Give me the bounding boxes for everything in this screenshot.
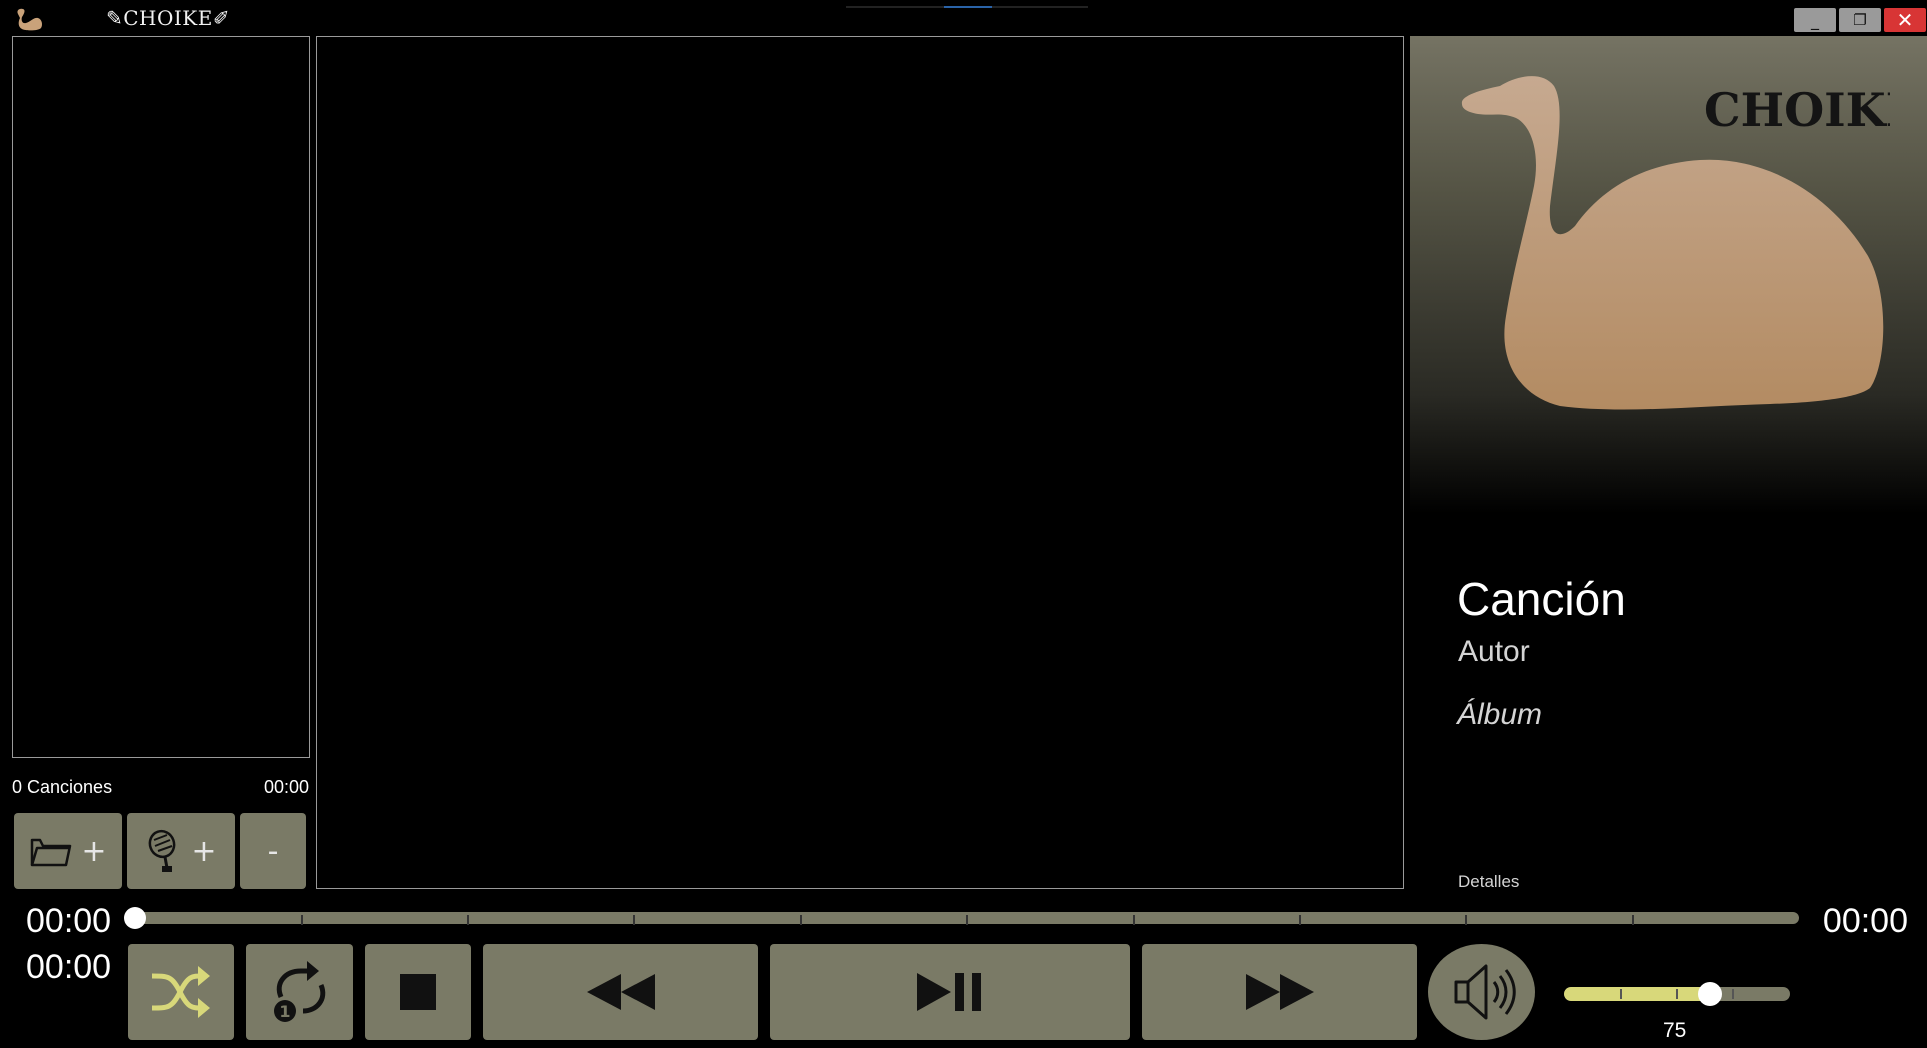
stop-icon (400, 974, 436, 1010)
song-count-label: 0 Canciones (12, 777, 113, 797)
volume-thumb[interactable] (1698, 982, 1722, 1006)
seek-tick (1299, 915, 1301, 925)
seek-tick (301, 915, 303, 925)
seek-tick (800, 915, 802, 925)
shuffle-button[interactable] (128, 944, 234, 1040)
cover-brand-text: CHOIKE (1704, 83, 1890, 137)
close-button[interactable]: ✕ (1884, 8, 1926, 32)
elapsed-time: 00:00 (26, 902, 112, 940)
restore-button[interactable]: ❐ (1839, 8, 1881, 32)
playlist-list[interactable] (12, 36, 310, 758)
song-title: Canción (1457, 573, 1626, 625)
cover-art-image: CHOIKE (1461, 76, 1890, 410)
svg-text:1: 1 (279, 1002, 290, 1021)
seek-tick (1133, 915, 1135, 925)
rewind-icon (586, 974, 655, 1010)
choike-logo-icon (17, 8, 42, 31)
volume-slider[interactable] (1564, 987, 1790, 1001)
seek-thumb[interactable] (124, 907, 146, 929)
seek-tick (1465, 915, 1467, 925)
repeat-one-icon: 1 (273, 961, 325, 1022)
fast-forward-button[interactable] (1142, 944, 1417, 1040)
total-time: 00:00 (1822, 902, 1908, 940)
tab-indicator-active (944, 6, 992, 8)
fast-forward-icon (1245, 974, 1314, 1010)
add-stream-button[interactable]: + (127, 813, 235, 889)
playlist-duration: 00:00 (263, 777, 309, 797)
seek-slider[interactable] (135, 912, 1799, 925)
seek-tick (633, 915, 635, 925)
seek-tick (467, 915, 469, 925)
remove-button[interactable]: - (240, 813, 306, 889)
stop-button[interactable] (365, 944, 471, 1040)
current-time: 00:00 (26, 948, 112, 986)
add-folder-button[interactable]: + (14, 813, 122, 889)
repeat-button[interactable]: 1 (246, 944, 353, 1040)
shuffle-icon (151, 966, 210, 1018)
volume-tick (1676, 989, 1678, 999)
seek-tick (966, 915, 968, 925)
song-album: Álbum (1457, 698, 1543, 731)
volume-tick (1732, 989, 1734, 999)
song-artist: Autor (1458, 635, 1530, 668)
mute-button[interactable] (1428, 944, 1535, 1040)
speaker-icon (1454, 964, 1516, 1020)
volume-tick (1620, 989, 1622, 999)
minimize-button[interactable]: _ (1794, 8, 1836, 32)
play-pause-icon (917, 973, 981, 1011)
add-folder-plus: + (81, 833, 107, 869)
volume-value: 75 (1663, 1019, 1687, 1042)
microphone-icon (149, 829, 176, 872)
add-stream-plus: + (191, 833, 217, 869)
rewind-button[interactable] (483, 944, 758, 1040)
video-display[interactable] (316, 36, 1404, 889)
play-pause-button[interactable] (770, 944, 1130, 1040)
seek-tick (1632, 915, 1634, 925)
folder-icon (31, 838, 72, 867)
volume-fill (1564, 987, 1710, 1001)
window-title: ✎CHOIKE✐ (106, 6, 231, 30)
details-link[interactable]: Detalles (1458, 872, 1519, 892)
